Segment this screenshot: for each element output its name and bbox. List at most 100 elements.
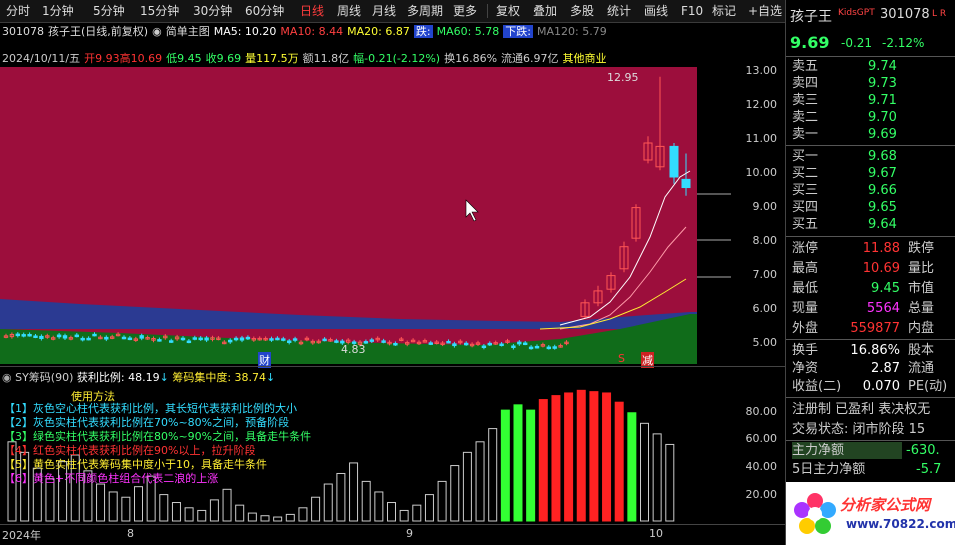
candle-body: [62, 335, 68, 339]
legend-item-1: 【1】灰色空心柱代表获利比例，其长短代表获利比例的大小: [4, 402, 297, 415]
candle-body: [546, 346, 551, 350]
candle-body: [245, 336, 251, 340]
chip-bar: [513, 404, 523, 522]
chip-bar: [652, 433, 662, 522]
candle-body: [481, 345, 487, 349]
sell-label: 卖一: [792, 127, 819, 142]
candle-body: [669, 145, 679, 178]
y-axis-label: 9.00: [752, 200, 778, 213]
tab-multi-period[interactable]: 多周期: [407, 3, 443, 19]
s-marker[interactable]: S: [618, 352, 625, 365]
chip-concentration: 筹码集中度: 38.74: [172, 371, 267, 384]
chip-bar: [412, 504, 422, 522]
sub-chart-title[interactable]: SY筹码(90): [15, 371, 73, 384]
down-arrow-icon: ↓: [159, 371, 169, 384]
chip-bar: [387, 502, 396, 522]
tab-60min[interactable]: 60分钟: [245, 3, 284, 19]
tab-more[interactable]: 更多: [453, 3, 477, 19]
sell-price: 9.71: [868, 93, 897, 108]
candle-body: [523, 342, 528, 346]
chip-bar: [538, 399, 548, 522]
chip-bar: [209, 499, 219, 522]
chip-bar: [602, 392, 612, 522]
trade-status: 交易状态: 闭市阶段 15: [792, 422, 926, 437]
sub-chart-close-icon[interactable]: ◉: [2, 371, 12, 384]
mark-button[interactable]: 标记: [712, 3, 736, 19]
profit-ratio: 获利比例: 48.19: [76, 371, 160, 384]
chip-bar: [197, 509, 207, 522]
reg-line: 注册制 已盈利 表决权无: [792, 402, 931, 417]
badge-label: 跌:: [413, 25, 433, 38]
multi-stock-button[interactable]: 多股: [570, 3, 594, 19]
legend-item-6: 【6】黄色+不同颜色柱组合代表二浪的上涨: [4, 472, 219, 485]
chip-bar: [450, 465, 460, 522]
chip-bar: [247, 512, 257, 522]
chip-bar: [349, 462, 359, 522]
sub-y-axis-label: 20.00: [745, 488, 778, 501]
add-watchlist-button[interactable]: +自选: [748, 3, 782, 19]
restore-rights-button[interactable]: 复权: [496, 3, 520, 19]
quote-stock-code: 301078: [880, 7, 930, 22]
ohlc-info-row: 2024/10/11/五 开9.93高10.69 低9.45 收9.69 量117.5万…: [2, 52, 611, 66]
float-value: 流通6.97亿: [501, 52, 559, 65]
turnover-value: 换16.86%: [444, 52, 498, 65]
draw-line-button[interactable]: 画线: [644, 3, 668, 19]
candle-body: [121, 336, 127, 340]
tab-weekly[interactable]: 周线: [337, 3, 361, 19]
down-arrow-icon: ↓: [266, 371, 276, 384]
chip-bar: [424, 494, 434, 522]
tab-daily[interactable]: 日线: [300, 3, 324, 19]
quote-divider: [786, 397, 955, 398]
chip-bar: [311, 496, 321, 522]
stat-label: 外盘: [792, 321, 819, 336]
tab-30min[interactable]: 30分钟: [193, 3, 232, 19]
x-axis-label: 8: [127, 527, 134, 540]
candle-body: [180, 337, 186, 341]
chip-bar: [614, 401, 624, 522]
indicator-dropdown-icon[interactable]: ◉: [152, 25, 162, 38]
candle-body: [499, 343, 504, 347]
open-price: 开9.93: [84, 52, 120, 65]
chip-bar: [273, 516, 283, 522]
ma5-label: MA5: 10.20: [213, 25, 277, 38]
stat-label-2: 股本: [908, 343, 935, 358]
candle-body: [428, 342, 434, 345]
candlestick-chart[interactable]: [0, 67, 785, 364]
x-axis-label: 2024年: [2, 529, 41, 542]
candle-body: [552, 346, 557, 349]
chip-bar: [475, 441, 485, 522]
tab-1min[interactable]: 1分钟: [42, 3, 74, 19]
chip-bar: [462, 451, 472, 522]
tab-fenshi[interactable]: 分时: [6, 3, 30, 19]
change-value: 幅-0.21(-2.12%): [353, 52, 441, 65]
legend-item-3: 【3】绿色实柱代表获利比例在80%~90%之间，具备走牛条件: [4, 430, 312, 443]
candle-body: [452, 343, 457, 347]
chip-bar: [399, 509, 409, 522]
candle-body: [381, 340, 386, 343]
candle-body: [446, 340, 451, 344]
chip-bar: [323, 483, 333, 522]
buy-label: 买四: [792, 200, 819, 215]
quote-divider: [786, 236, 955, 237]
tab-monthly[interactable]: 月线: [372, 3, 396, 19]
main-net-value: -630.: [906, 443, 940, 458]
stat-label-2: PE(动): [908, 379, 948, 394]
main-net-label: 主力净额: [792, 442, 902, 459]
stat-label-2: 跌停: [908, 241, 935, 256]
sell-price: 9.74: [868, 59, 897, 74]
overlay-button[interactable]: 叠加: [533, 3, 557, 19]
quote-change: -0.21: [841, 36, 873, 50]
sub-y-axis-label: 60.00: [745, 432, 778, 445]
statistics-button[interactable]: 统计: [607, 3, 631, 19]
bar-date: 2024/10/11/五: [2, 52, 81, 65]
indicator-name[interactable]: 简单主图: [166, 25, 210, 38]
stat-value: 559877: [850, 321, 900, 336]
tab-15min[interactable]: 15分钟: [140, 3, 179, 19]
x-axis-label: 10: [649, 527, 663, 540]
candle-body: [228, 339, 233, 343]
tab-5min[interactable]: 5分钟: [93, 3, 125, 19]
chip-bar: [159, 494, 169, 522]
x-axis-label: 9: [406, 527, 413, 540]
f10-button[interactable]: F10: [681, 3, 703, 19]
sell-label: 卖五: [792, 59, 819, 74]
